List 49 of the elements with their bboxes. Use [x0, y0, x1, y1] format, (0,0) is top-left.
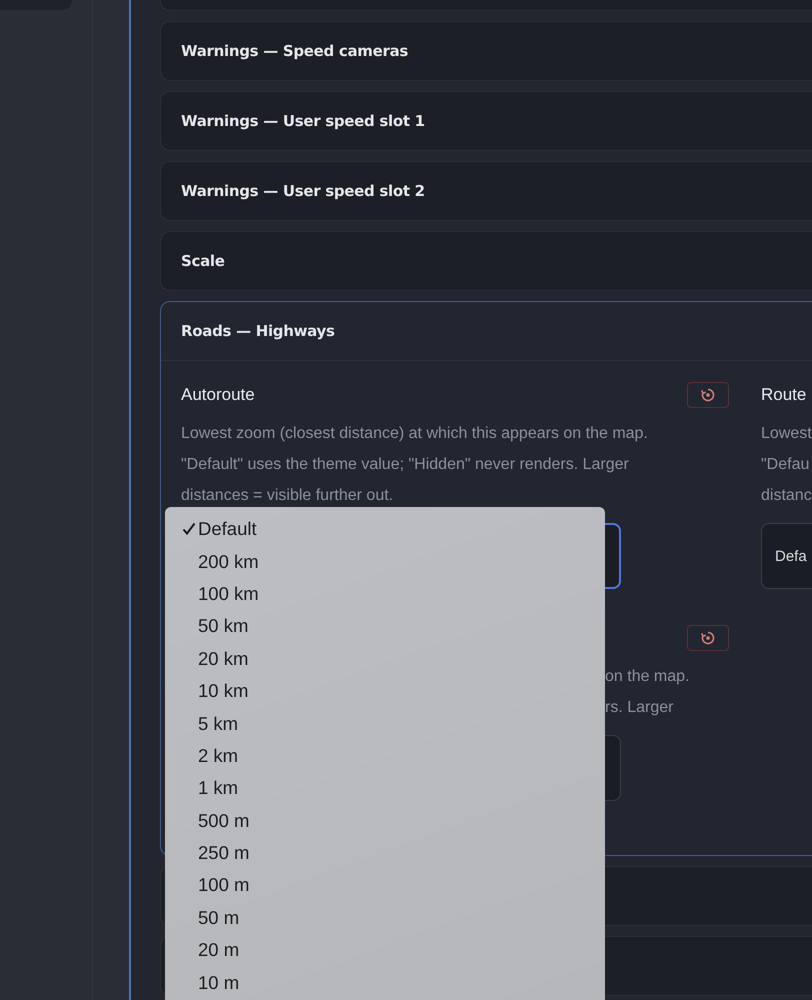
option-label: 50 m	[198, 906, 240, 929]
option-label: 100 km	[198, 582, 259, 605]
dropdown-option[interactable]: 100 m	[165, 869, 605, 902]
option-label: 500 m	[198, 810, 250, 832]
field-description: on the map. rs. Larger	[605, 667, 690, 718]
option-label: 250 m	[198, 842, 250, 864]
section-card[interactable]: Warnings — Speed cameras	[160, 21, 812, 81]
option-label: Default	[198, 518, 257, 540]
option-label: 20 km	[198, 648, 248, 670]
option-label: 10 m	[198, 972, 240, 994]
option-label: 50 km	[198, 615, 248, 638]
option-label: 10 km	[198, 680, 248, 702]
dropdown-option[interactable]: 5 km	[165, 707, 605, 740]
dropdown-option[interactable]: 500 m	[165, 804, 605, 837]
field-label: Route	[761, 385, 806, 405]
dropdown-option[interactable]: Default	[165, 513, 605, 546]
select-field[interactable]: Defa	[761, 523, 812, 589]
reset-icon	[700, 387, 716, 403]
option-label: 5 km	[198, 712, 238, 735]
section-title: Warnings — User speed slot 1	[181, 112, 425, 130]
dropdown-option[interactable]: 1 km	[165, 772, 605, 805]
section-title: Warnings — Speed cameras	[181, 42, 408, 60]
dropdown-option[interactable]: 50 m	[165, 902, 605, 934]
field-label: Autoroute	[181, 385, 255, 405]
section-card[interactable]: Warnings — User speed slot 2	[160, 161, 812, 221]
dropdown-option[interactable]: 50 km	[165, 610, 605, 643]
dropdown-option[interactable]: 100 km	[165, 578, 605, 610]
dropdown-option[interactable]: 250 m	[165, 836, 605, 870]
dropdown-option[interactable]: 10 m	[165, 966, 605, 999]
section-title: Roads — Highways	[181, 322, 335, 340]
reset-button[interactable]	[687, 625, 729, 651]
reset-icon	[700, 630, 716, 646]
option-label: 20 m	[198, 939, 240, 962]
section-card[interactable]: Warnings — User speed slot 1	[160, 91, 812, 151]
field-description: Lowest "Defau distanc	[761, 424, 812, 506]
option-label: 1 km	[198, 777, 238, 800]
dropdown-option[interactable]: 10 km	[165, 674, 605, 708]
option-label: 200 km	[198, 550, 259, 573]
dropdown-option[interactable]: 20 km	[165, 642, 605, 675]
dropdown-option[interactable]: 2 km	[165, 740, 605, 772]
dropdown-option[interactable]: 20 m	[165, 934, 605, 966]
reset-button[interactable]	[687, 382, 729, 408]
dropdown-option[interactable]: 200 km	[165, 545, 605, 578]
section-card[interactable]: Scale	[160, 231, 812, 291]
option-label: 2 km	[198, 744, 238, 767]
section-title: Scale	[181, 252, 225, 270]
section-title: Warnings — User speed slot 2	[181, 182, 425, 200]
option-label: 100 m	[198, 874, 250, 896]
field-description: Lowest zoom (closest distance) at which this appears on the map. "Default" uses the theme value; "Hidden" never renders. Larger distances = visible further out.	[181, 424, 649, 506]
